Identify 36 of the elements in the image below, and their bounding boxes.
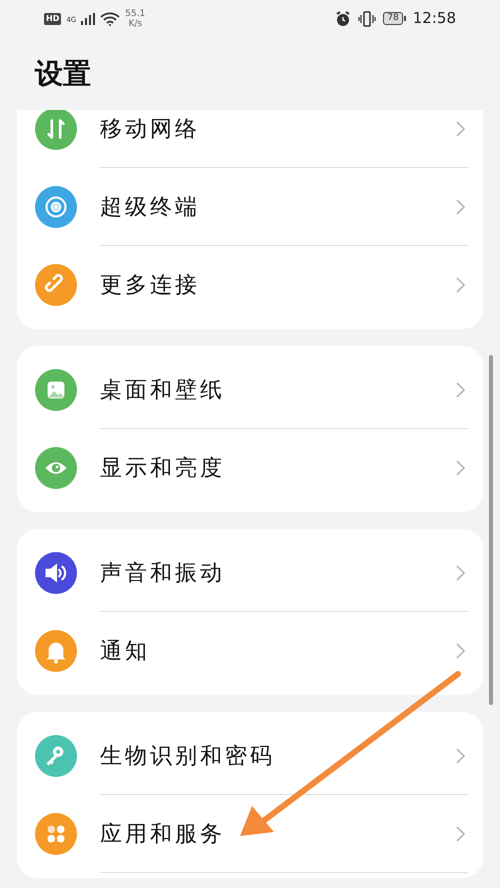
settings-item[interactable]: 更多连接 <box>17 246 483 324</box>
chevron-icon <box>456 199 465 215</box>
settings-item[interactable]: 超级终端 <box>17 168 483 246</box>
item-label: 桌面和壁纸 <box>100 376 226 404</box>
chevron-icon <box>456 382 465 398</box>
chevron-icon <box>456 748 465 764</box>
item-label: 通知 <box>100 638 151 666</box>
chevron-icon <box>456 826 465 842</box>
settings-item[interactable]: 移动网络 <box>17 110 483 168</box>
vibrate-icon <box>358 10 376 26</box>
chevron-icon <box>456 643 465 659</box>
chevron-icon <box>456 121 465 137</box>
settings-item[interactable]: 通知 <box>17 612 483 690</box>
signal-icon <box>81 12 96 24</box>
item-label: 超级终端 <box>100 194 201 222</box>
settings-item[interactable]: 桌面和壁纸 <box>17 351 483 429</box>
speed-unit: K/s <box>128 18 142 28</box>
item-label: 声音和振动 <box>100 560 226 588</box>
alarm-icon <box>335 10 352 26</box>
battery-level: 78 <box>383 12 403 25</box>
settings-item[interactable]: 显示和亮度 <box>17 429 483 507</box>
settings-item[interactable]: 生物识别和密码 <box>17 717 483 795</box>
item-label: 更多连接 <box>100 272 201 300</box>
wifi-icon <box>100 12 120 26</box>
chevron-icon <box>456 565 465 581</box>
clock: 12:58 <box>412 8 456 30</box>
settings-item[interactable]: 声音和振动 <box>17 534 483 612</box>
page-title: 设置 <box>35 56 91 92</box>
item-label: 应用和服务 <box>100 820 226 848</box>
item-label: 显示和亮度 <box>100 454 226 482</box>
network-speed: 55.1 <box>125 8 146 18</box>
chevron-icon <box>456 277 465 293</box>
hd-badge: HD <box>44 12 62 24</box>
item-label: 生物识别和密码 <box>100 742 276 770</box>
item-label: 移动网络 <box>100 116 201 144</box>
chevron-icon <box>456 460 465 476</box>
